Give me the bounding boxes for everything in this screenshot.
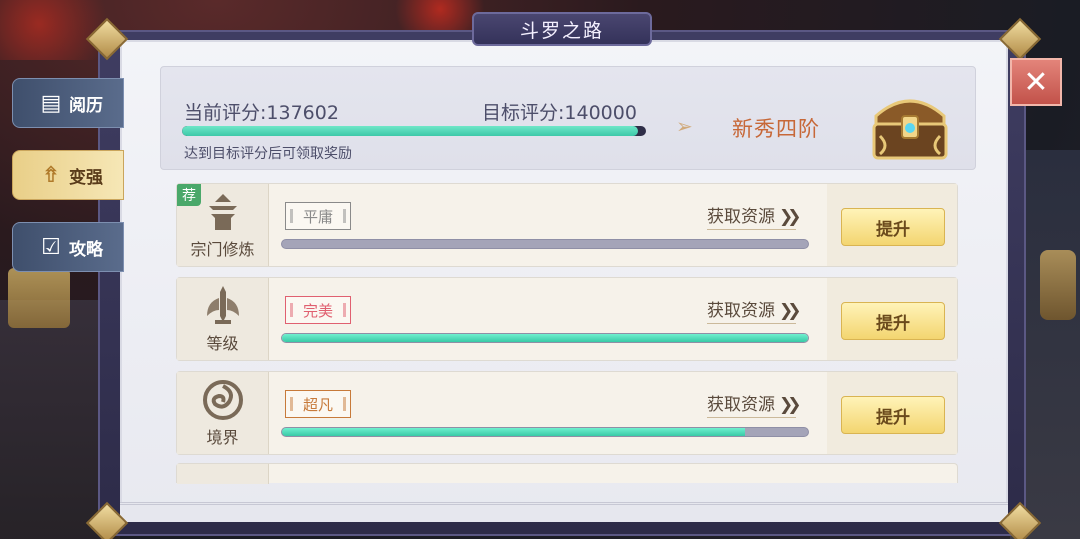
row-progress-bar — [281, 239, 809, 249]
swirl-icon — [202, 380, 243, 420]
grade-tag: 平庸 — [285, 202, 351, 230]
close-icon: ✕ — [1023, 64, 1049, 100]
row-name: 宗门修炼 — [190, 240, 255, 259]
get-resource-link[interactable]: 获取资源 ❯❯ — [707, 296, 801, 324]
book-clasp-decoration — [1040, 250, 1076, 320]
row-name: 境界 — [206, 428, 239, 447]
tab-guide[interactable]: ☑ 攻略 — [12, 222, 124, 272]
target-score: 目标评分:140000 — [482, 102, 637, 124]
get-resource-label: 获取资源 — [707, 207, 775, 227]
sword-wings-icon — [206, 286, 239, 324]
grade-tag: 超凡 — [285, 390, 351, 418]
row-icon-cell: 境界 — [177, 372, 269, 454]
checklist-icon: ☑ — [41, 234, 61, 260]
page-spine — [120, 502, 1008, 522]
grade-tag: 完美 — [285, 296, 351, 324]
double-chevron-right-icon: ❯❯ — [779, 395, 801, 415]
tab-label: 攻略 — [69, 239, 103, 260]
button-cell: 提升 — [827, 372, 957, 454]
get-resource-label: 获取资源 — [707, 301, 775, 321]
window-title: 斗罗之路 — [472, 12, 652, 46]
list-item — [176, 463, 958, 484]
score-progress-fill — [182, 126, 639, 136]
arrows-up-icon: ⇮ — [41, 162, 61, 188]
treasure-chest-icon[interactable] — [866, 86, 954, 162]
reward-hint: 达到目标评分后可领取奖励 — [184, 146, 352, 162]
row-name: 等级 — [206, 334, 239, 353]
row-progress-fill — [282, 428, 745, 436]
tab-label: 变强 — [69, 167, 103, 188]
recommend-badge: 荐 — [177, 184, 201, 206]
pagoda-icon — [208, 194, 237, 230]
upgrade-button[interactable]: 提升 — [841, 302, 945, 340]
close-button[interactable]: ✕ — [1010, 58, 1062, 106]
button-cell: 提升 — [827, 184, 957, 266]
upgrade-button[interactable]: 提升 — [841, 208, 945, 246]
get-resource-label: 获取资源 — [707, 395, 775, 415]
list-item: 宗门修炼 荐 平庸 获取资源 ❯❯ 提升 — [176, 183, 958, 267]
book-clasp-decoration — [8, 268, 70, 328]
score-progress-bar — [182, 126, 646, 136]
row-icon-cell: 等级 — [177, 278, 269, 360]
row-progress-bar — [281, 333, 809, 343]
get-resource-link[interactable]: 获取资源 ❯❯ — [707, 390, 801, 418]
tab-label: 阅历 — [69, 95, 103, 116]
double-chevron-right-icon: ❯❯ — [779, 207, 801, 227]
button-cell: 提升 — [827, 278, 957, 360]
double-chevron-right-icon: ❯❯ — [779, 301, 801, 321]
rank-title: 新秀四阶 — [732, 117, 820, 141]
tab-strengthen[interactable]: ⇮ 变强 — [12, 150, 124, 200]
row-progress-fill — [282, 334, 808, 342]
current-score: 当前评分:137602 — [184, 102, 339, 124]
book-icon: ▤ — [40, 90, 62, 116]
tab-experience[interactable]: ▤ 阅历 — [12, 78, 124, 128]
arrow-icon: ➢ — [676, 114, 693, 138]
get-resource-link[interactable]: 获取资源 ❯❯ — [707, 202, 801, 230]
row-progress-bar — [281, 427, 809, 437]
row-icon-cell — [177, 464, 269, 484]
upgrade-button[interactable]: 提升 — [841, 396, 945, 434]
list-item: 等级 完美 获取资源 ❯❯ 提升 — [176, 277, 958, 361]
list-item: 境界 超凡 获取资源 ❯❯ 提升 — [176, 371, 958, 455]
